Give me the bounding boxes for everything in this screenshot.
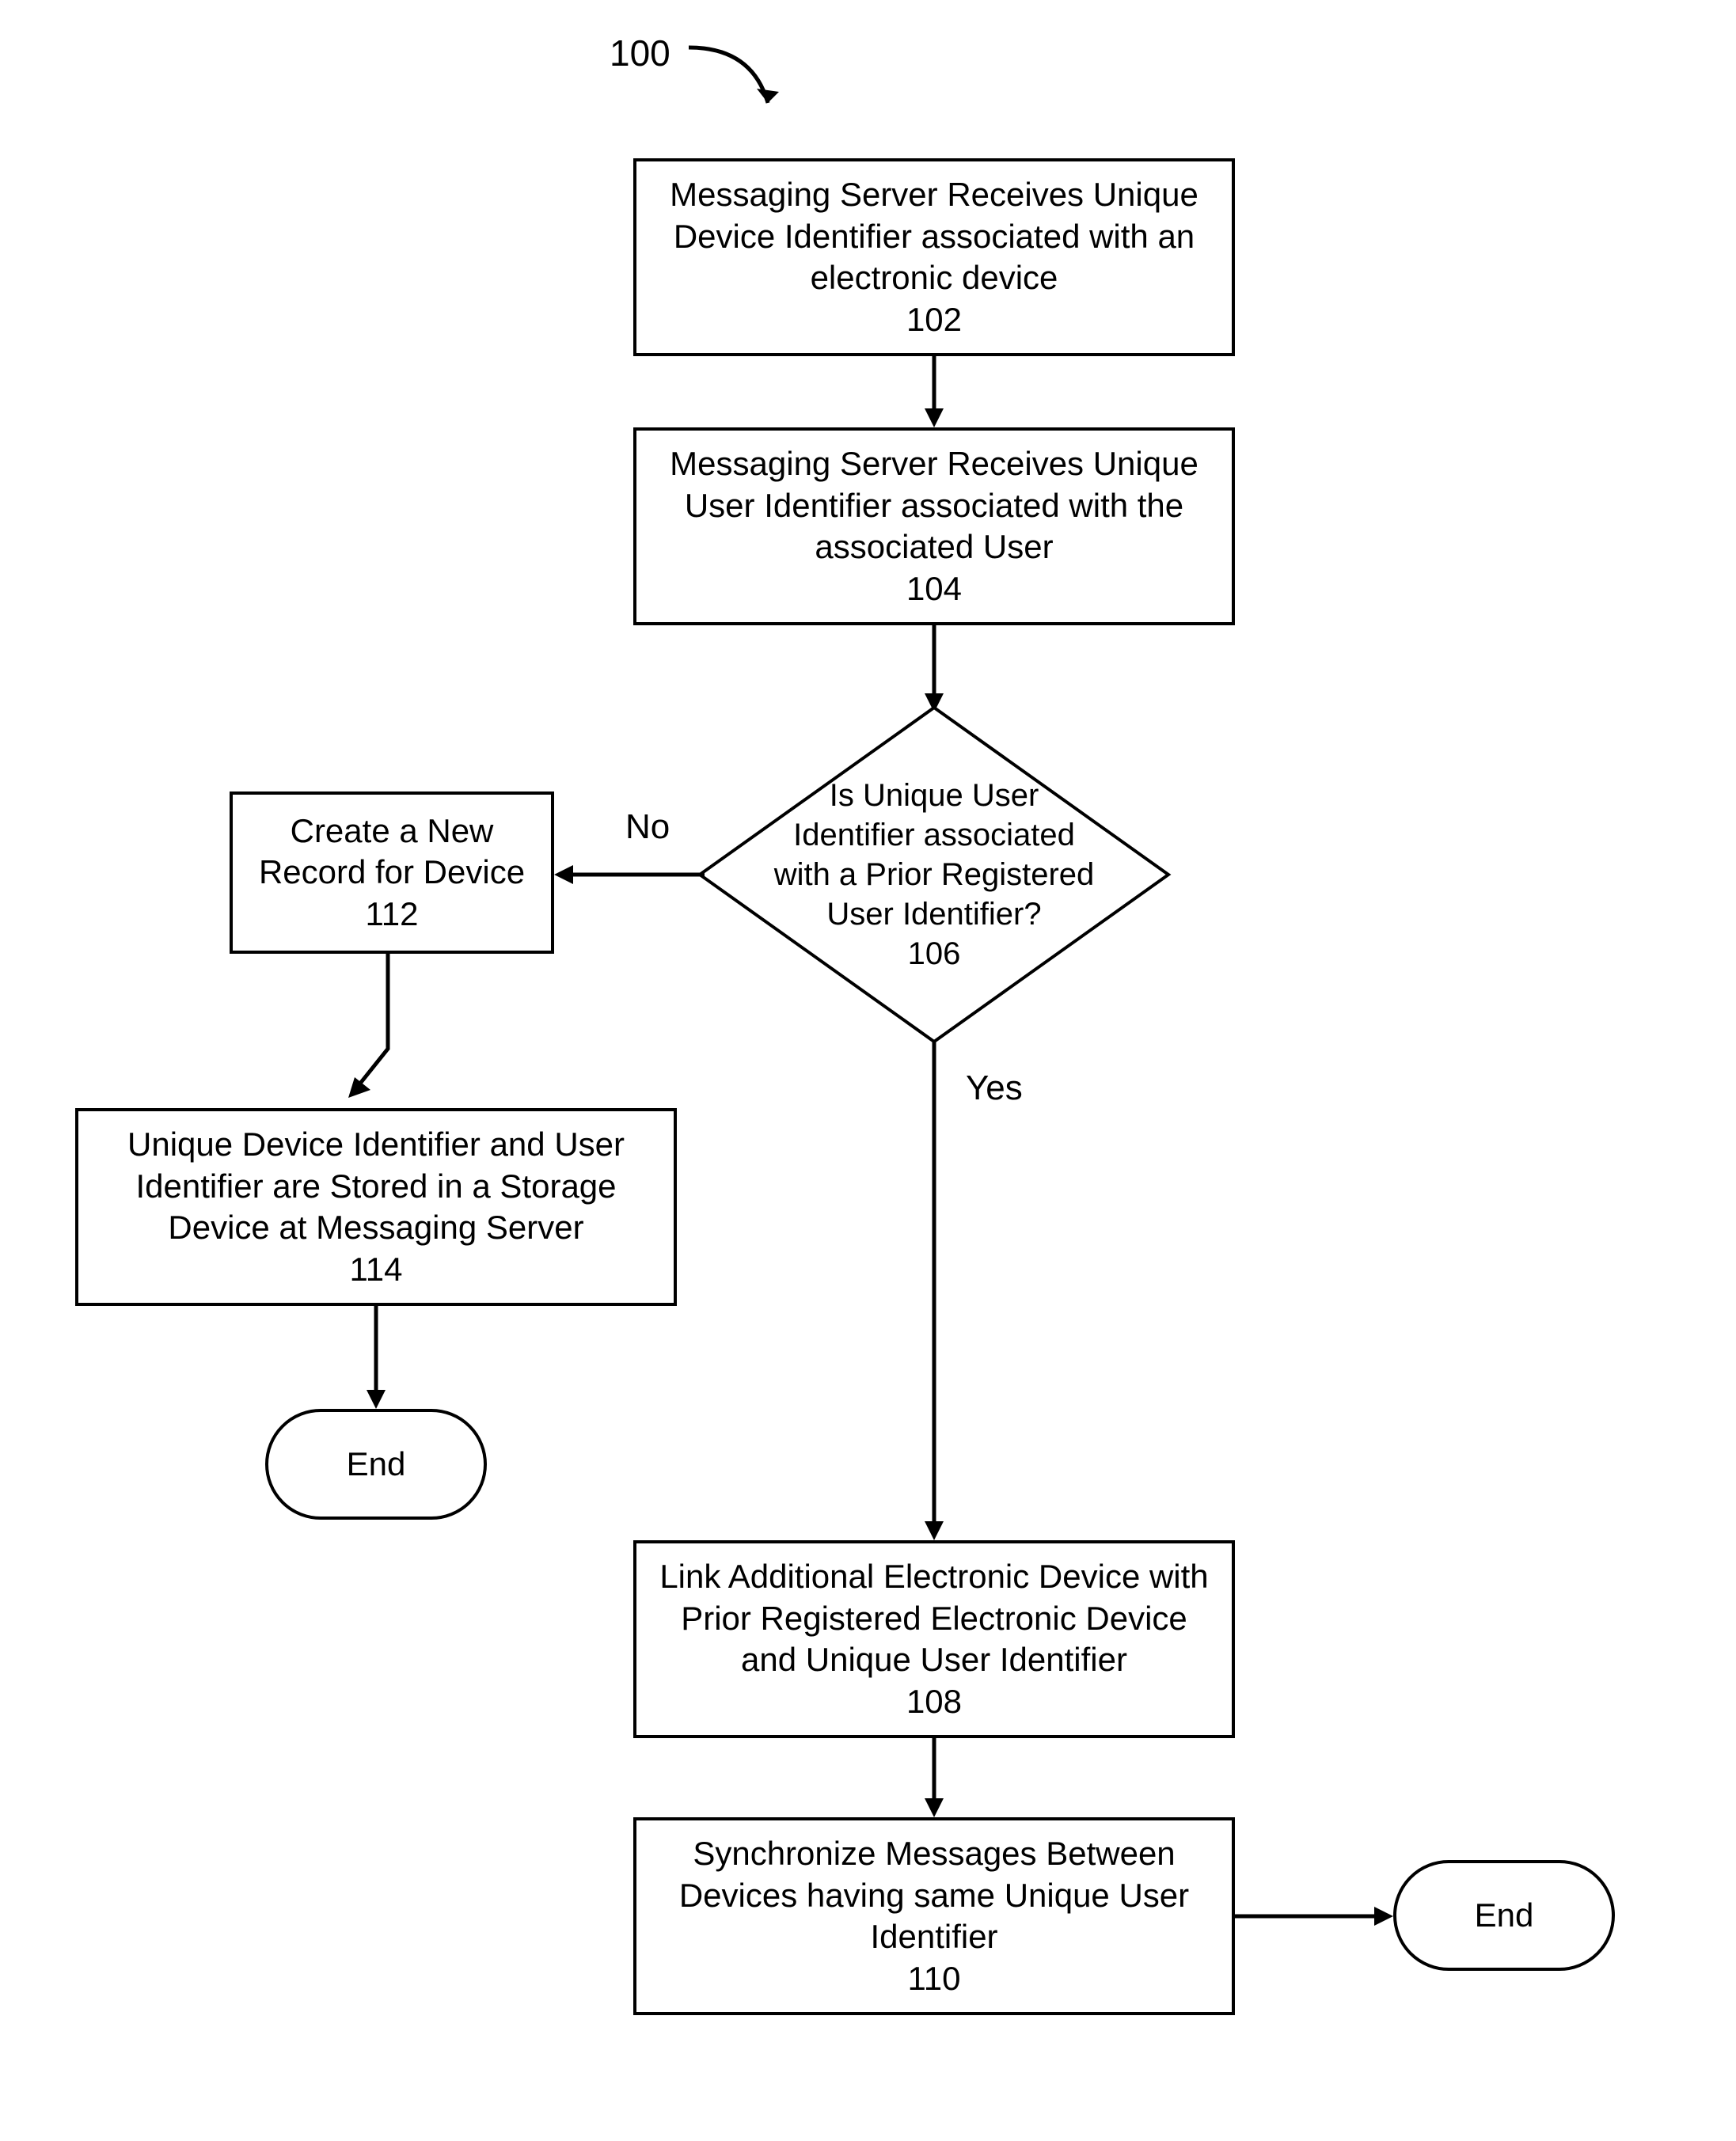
figure-label: 100 <box>610 32 670 74</box>
arrow-112-114 <box>340 954 404 1112</box>
terminator-end-left: End <box>265 1409 487 1520</box>
arrow-106-112 <box>554 867 705 883</box>
process-112: Create a New Record for Device 112 <box>230 791 554 954</box>
process-102: Messaging Server Receives Unique Device … <box>633 158 1235 356</box>
process-104: Messaging Server Receives Unique User Id… <box>633 427 1235 625</box>
edge-label-yes: Yes <box>966 1069 1023 1108</box>
arrow-108-110 <box>926 1738 942 1817</box>
terminator-end-right: End <box>1393 1860 1615 1971</box>
figure-label-arrow <box>681 40 792 127</box>
flowchart-canvas: 100 Messaging Server Receives Unique Dev… <box>0 0 1736 2141</box>
decision-106: Is Unique User Identifier associated wit… <box>697 704 1172 1045</box>
process-108: Link Additional Electronic Device with P… <box>633 1540 1235 1738</box>
process-110: Synchronize Messages Between Devices hav… <box>633 1817 1235 2015</box>
edge-label-no: No <box>625 807 670 847</box>
arrow-104-106 <box>926 625 942 712</box>
arrow-106-108 <box>926 1042 942 1540</box>
arrow-110-end <box>1235 1908 1393 1924</box>
process-114: Unique Device Identifier and User Identi… <box>75 1108 677 1306</box>
arrow-102-104 <box>926 356 942 427</box>
arrow-114-end <box>368 1306 384 1409</box>
decision-106-text: Is Unique User Identifier associated wit… <box>697 704 1172 1045</box>
